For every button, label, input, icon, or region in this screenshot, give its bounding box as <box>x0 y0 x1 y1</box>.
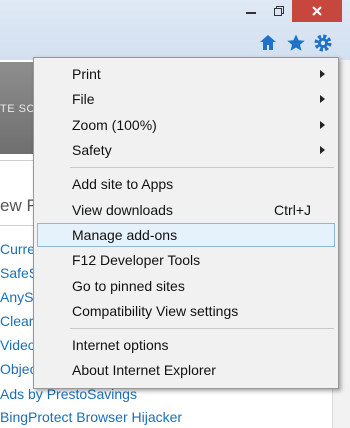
threat-link[interactable]: BingProtect Browser Hijacker <box>0 409 182 425</box>
menu-item-add-site-to-apps[interactable]: Add site to Apps <box>37 172 335 196</box>
menu-item-internet-options[interactable]: Internet options <box>37 333 335 357</box>
menu-item-label: File <box>72 91 95 107</box>
star-icon[interactable] <box>286 33 306 53</box>
menu-item-label: About Internet Explorer <box>72 362 216 378</box>
close-button[interactable] <box>292 0 342 22</box>
menu-separator <box>70 328 334 329</box>
side-link[interactable]: Objec <box>0 361 37 377</box>
menu-item-label: Add site to Apps <box>72 176 174 192</box>
close-icon <box>312 6 322 16</box>
restore-button[interactable] <box>266 0 292 22</box>
gear-icon[interactable] <box>313 33 333 53</box>
submenu-arrow-icon <box>320 146 325 154</box>
menu-item-label: Zoom (100%) <box>72 117 157 133</box>
submenu-arrow-icon <box>320 121 325 129</box>
menu-item-f12-developer-tools[interactable]: F12 Developer Tools <box>37 248 335 272</box>
submenu-arrow-icon <box>320 95 325 103</box>
menu-item-compatibility-view-settings[interactable]: Compatibility View settings <box>37 299 335 323</box>
tools-menu: Print File Zoom (100%) Safety Add site t… <box>33 57 339 389</box>
menu-item-label: F12 Developer Tools <box>72 252 201 268</box>
menu-item-manage-add-ons[interactable]: Manage add-ons <box>37 223 335 247</box>
minimize-icon <box>246 12 256 14</box>
side-link[interactable]: Video <box>0 337 36 353</box>
menu-item-label: Safety <box>72 142 112 158</box>
browser-chrome <box>0 0 350 60</box>
minimize-button[interactable] <box>236 0 266 22</box>
menu-item-file[interactable]: File <box>37 87 335 111</box>
menu-item-label: Go to pinned sites <box>72 278 185 294</box>
menu-item-view-downloads[interactable]: View downloads Ctrl+J <box>37 198 335 222</box>
submenu-arrow-icon <box>320 70 325 78</box>
menu-item-print[interactable]: Print <box>37 62 335 86</box>
restore-icon <box>274 6 284 16</box>
side-link[interactable]: AnyS <box>0 289 33 305</box>
menu-item-safety[interactable]: Safety <box>37 138 335 162</box>
side-link[interactable]: Clear <box>0 313 33 329</box>
section-heading: ew F <box>0 196 37 215</box>
home-icon[interactable] <box>258 33 278 53</box>
menu-item-label: View downloads <box>72 202 173 218</box>
menu-item-zoom[interactable]: Zoom (100%) <box>37 113 335 137</box>
menu-item-label: Print <box>72 66 101 82</box>
menu-item-label: Compatibility View settings <box>72 303 239 319</box>
menu-item-label: Internet options <box>72 337 169 353</box>
shortcut-label: Ctrl+J <box>274 202 311 218</box>
menu-item-label: Manage add-ons <box>72 227 178 243</box>
menu-item-go-to-pinned-sites[interactable]: Go to pinned sites <box>37 274 335 298</box>
menu-separator <box>70 167 334 168</box>
side-link[interactable]: Curre <box>0 241 35 257</box>
menu-item-about-internet-explorer[interactable]: About Internet Explorer <box>37 358 335 382</box>
